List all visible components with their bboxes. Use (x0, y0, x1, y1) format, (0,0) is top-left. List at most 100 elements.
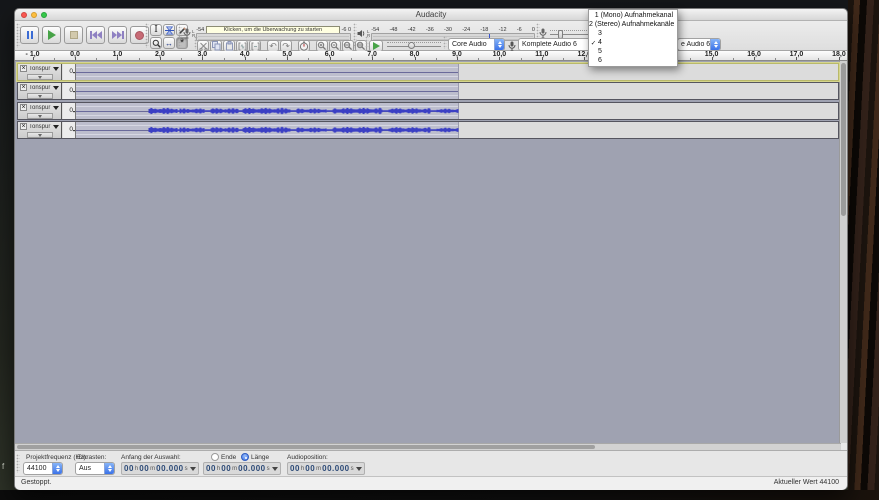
playback-device-value: e Audio 6 (681, 41, 710, 48)
track-row[interactable]: × Tonspur 0 (17, 82, 839, 100)
skip-to-start-button[interactable] (86, 26, 105, 44)
audio-position-time[interactable]: 00 h 00 m 00.000 s (287, 462, 365, 475)
selected-audio-clip[interactable] (76, 122, 459, 138)
time-digits[interactable]: 00 (139, 464, 149, 473)
desktop-artifact: f (2, 462, 5, 471)
playback-speed-thumb[interactable] (407, 42, 415, 49)
radio-length-circle[interactable] (241, 453, 249, 461)
pause-button[interactable] (20, 26, 39, 44)
radio-end-circle[interactable] (211, 453, 219, 461)
time-field-dropdown-icon[interactable] (355, 466, 362, 471)
track-close-button[interactable]: × (20, 65, 27, 72)
menu-item[interactable]: 2 (Stereo) Aufnahmekanäle (589, 20, 677, 29)
track-vertical-ruler: 0 (63, 83, 76, 99)
selection-tool-button[interactable]: I (150, 24, 162, 36)
playback-speed-slider[interactable] (387, 41, 441, 49)
menu-item[interactable]: ✓ 4 (589, 38, 677, 47)
microphone-icon (183, 28, 191, 39)
track-menu-arrow-icon[interactable] (53, 124, 59, 129)
track-zero-label: 0 (69, 68, 75, 76)
meter-scale-label: -6 (341, 26, 347, 33)
audio-position-label: Audioposition: (287, 454, 328, 461)
snap-select[interactable]: Aus (75, 462, 115, 475)
skip-to-end-button[interactable] (108, 26, 127, 44)
track-header[interactable]: × Tonspur (18, 122, 62, 138)
transport-toolbar (20, 26, 149, 44)
time-digits[interactable]: 00 (290, 464, 300, 473)
track-menu-arrow-icon[interactable] (53, 85, 59, 90)
track-area[interactable]: × Tonspur 0 × Tonspur 0 × Tonspur 0 × Tonspur 0 (15, 61, 847, 443)
selected-audio-clip[interactable] (76, 64, 459, 80)
time-digits[interactable]: 00.000 (238, 464, 265, 473)
play-button[interactable] (42, 26, 61, 44)
selection-length-time[interactable]: 00 h 00 m 00.000 s (203, 462, 281, 475)
stepper-icon (52, 463, 62, 474)
selected-audio-clip[interactable] (76, 83, 459, 99)
radio-end[interactable]: Ende (211, 453, 236, 461)
time-unit: h (216, 465, 221, 472)
zoom-tool-button[interactable] (150, 37, 162, 49)
track-collapse-button[interactable] (26, 93, 53, 99)
meter-scale-label: -54 (371, 26, 380, 33)
track-clip-area[interactable] (76, 103, 838, 119)
time-digits[interactable]: 00.000 (322, 464, 349, 473)
toolbar-grip[interactable] (16, 454, 20, 473)
time-field-dropdown-icon[interactable] (189, 466, 196, 471)
track-header[interactable]: × Tonspur (18, 64, 62, 80)
track-close-button[interactable]: × (20, 84, 27, 91)
track-zero-label: 0 (69, 126, 75, 134)
selection-start-time[interactable]: 00 h 00 m 00.000 s (121, 462, 199, 475)
selected-audio-clip[interactable] (76, 103, 459, 119)
track-row[interactable]: × Tonspur 0 (17, 121, 839, 139)
trim-icon (238, 42, 246, 50)
track-collapse-button[interactable] (26, 113, 53, 119)
time-digits[interactable]: 00 (305, 464, 315, 473)
radio-length[interactable]: Länge (241, 453, 269, 461)
track-clip-area[interactable] (76, 122, 838, 138)
recording-meter[interactable]: LR -54 Klicken, um die Überwachung zu st… (183, 25, 351, 41)
track-row[interactable]: × Tonspur 0 (17, 102, 839, 120)
toolbar-grip[interactable] (443, 36, 447, 49)
time-digits[interactable]: 00 (221, 464, 231, 473)
track-clip-area[interactable] (76, 64, 838, 80)
timeline-ruler[interactable]: - 1,0 0,0 1,0 2,0 3,0 4,0 5,0 6,0 7,0 8,0 9,0 10,0 1… (15, 51, 847, 61)
meter-scale-label: 0 (347, 26, 351, 33)
toolbar-grip[interactable] (145, 23, 149, 48)
track-close-button[interactable]: × (20, 104, 27, 111)
time-digits[interactable]: 00.000 (156, 464, 183, 473)
stop-button[interactable] (64, 26, 83, 44)
toolbar-grip[interactable] (178, 23, 182, 48)
recording-channels-menu: 1 (Mono) Aufnahmekanal 2 (Stereo) Aufnahm… (588, 9, 678, 67)
selection-toolbar: Projektfrequenz (Hz): 44100 Einrasten: A… (15, 450, 847, 476)
envelope-tool-button[interactable] (163, 24, 175, 36)
track-header[interactable]: × Tonspur (18, 83, 62, 99)
menu-item[interactable]: 3 (589, 29, 677, 38)
time-field-dropdown-icon[interactable] (271, 466, 278, 471)
project-rate-select[interactable]: 44100 (23, 462, 63, 475)
playback-device-select[interactable]: e Audio 6 (677, 38, 721, 51)
track-collapse-button[interactable] (26, 132, 53, 138)
track-collapse-button[interactable] (26, 74, 53, 80)
menu-item[interactable]: 6 (589, 56, 677, 65)
track-row[interactable]: × Tonspur 0 (17, 63, 839, 81)
horizontal-scrollbar-thumb[interactable] (17, 445, 596, 449)
vertical-scrollbar[interactable] (839, 61, 847, 443)
titlebar[interactable]: Audacity (15, 9, 847, 21)
meter-scale-label: -36 (425, 26, 434, 33)
time-digits[interactable]: 00 (124, 464, 134, 473)
meter-scale-label: -24 (462, 26, 471, 33)
track-close-button[interactable]: × (20, 123, 27, 130)
menu-item[interactable]: 5 (589, 47, 677, 56)
timeshift-tool-button[interactable]: ↔ (163, 37, 175, 49)
track-menu-arrow-icon[interactable] (53, 66, 59, 71)
track-zero-label: 0 (69, 87, 75, 95)
time-digits[interactable]: 00 (206, 464, 216, 473)
horizontal-scrollbar[interactable] (15, 443, 841, 450)
menu-item[interactable]: 1 (Mono) Aufnahmekanal (589, 11, 677, 20)
zoom-tool-icon (152, 39, 161, 48)
track-menu-arrow-icon[interactable] (53, 105, 59, 110)
track-header[interactable]: × Tonspur (18, 103, 62, 119)
vertical-scrollbar-thumb[interactable] (841, 63, 846, 216)
track-clip-area[interactable] (76, 83, 838, 99)
audio-host-select[interactable]: Core Audio (448, 38, 505, 51)
